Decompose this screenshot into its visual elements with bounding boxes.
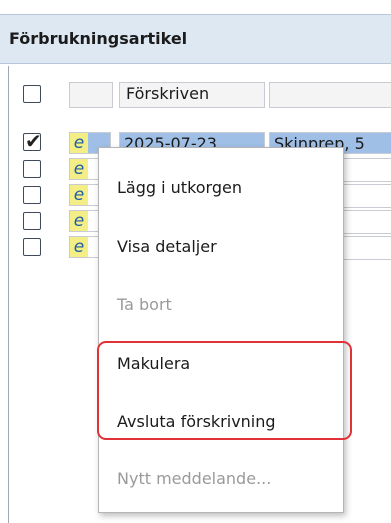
menu-item-ta-bort: Ta bort: [117, 295, 172, 314]
e-document-icon: e: [70, 159, 88, 179]
row-checkbox[interactable]: [23, 160, 41, 178]
panel-title: Förbrukningsartikel: [9, 29, 188, 48]
panel-header: Förbrukningsartikel: [0, 14, 391, 64]
menu-item-nytt-meddelande: Nytt meddelande...: [117, 469, 272, 488]
annotation-highlight-box: [97, 341, 352, 440]
row-checkbox[interactable]: [23, 186, 41, 204]
e-document-icon: e: [70, 185, 88, 205]
checkmark-icon: ✔: [25, 129, 42, 153]
row-checkbox[interactable]: [23, 238, 41, 256]
row-checkbox[interactable]: [23, 212, 41, 230]
e-document-icon: e: [70, 133, 88, 153]
menu-item-visa-detaljer[interactable]: Visa detaljer: [117, 237, 217, 256]
icon-column-header: [69, 82, 113, 108]
column-header-description[interactable]: [269, 82, 391, 108]
e-document-icon: e: [70, 237, 88, 257]
context-menu: Lägg i utkorgen Visa detaljer Ta bort Ma…: [98, 147, 344, 513]
select-all-checkbox[interactable]: [23, 85, 41, 103]
menu-item-lagg-i-utkorgen[interactable]: Lägg i utkorgen: [117, 178, 242, 197]
e-document-icon: e: [70, 211, 88, 231]
column-header-forskriven[interactable]: Förskriven: [119, 82, 265, 108]
row-checkbox[interactable]: ✔: [23, 129, 42, 153]
